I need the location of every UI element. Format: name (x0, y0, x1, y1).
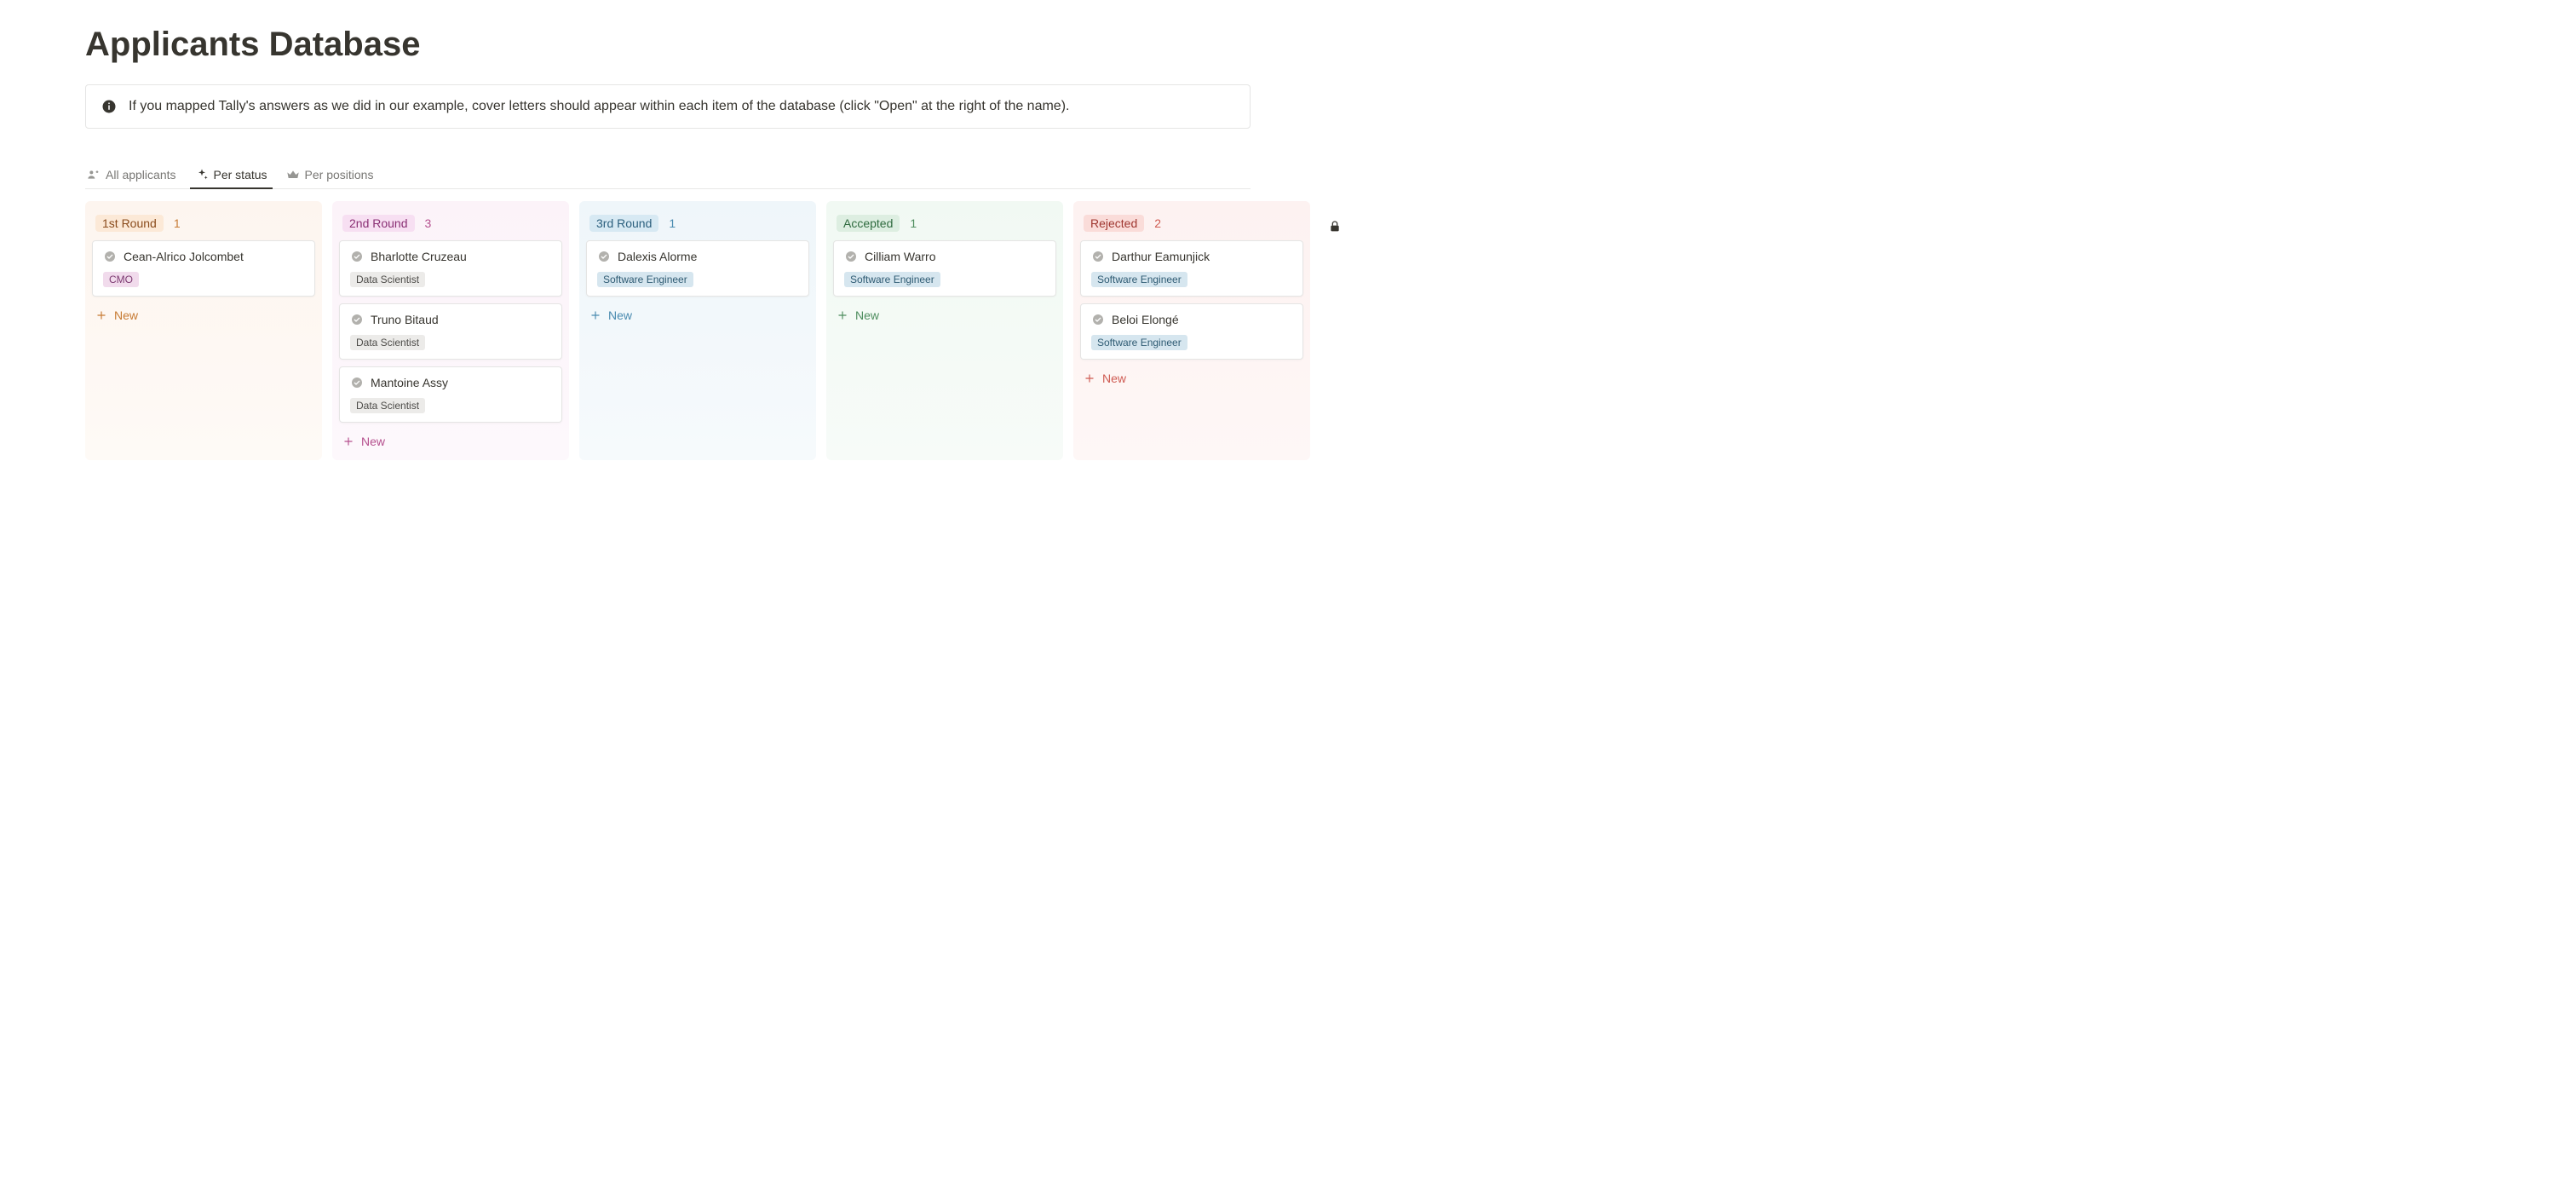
applicant-card[interactable]: Beloi Elongé Software Engineer (1080, 303, 1303, 360)
column-round1: 1st Round 1 Cean-Alrico Jolcombet CMO New (85, 201, 322, 460)
tab-per-status[interactable]: Per status (193, 163, 269, 188)
position-tag: Software Engineer (1091, 335, 1187, 350)
position-tag: Software Engineer (1091, 272, 1187, 287)
check-circle-icon (350, 376, 364, 389)
tab-per-positions[interactable]: Per positions (285, 163, 376, 188)
kanban-board: 1st Round1Cean-Alrico JolcombetCMONew2nd… (85, 201, 1336, 460)
column-round3: 3rd Round 1 Dalexis Alorme Software Enginee… (579, 201, 816, 460)
status-pill[interactable]: 2nd Round (342, 215, 415, 232)
new-label: New (855, 308, 879, 322)
plus-icon (95, 309, 107, 321)
position-tag: CMO (103, 272, 139, 287)
info-callout: If you mapped Tally's answers as we did … (85, 84, 1251, 129)
column-count: 1 (669, 216, 676, 230)
applicant-name: Darthur Eamunjick (1112, 250, 1210, 263)
new-card-button[interactable]: New (339, 429, 562, 453)
plus-icon (837, 309, 848, 321)
new-card-button[interactable]: New (833, 303, 1056, 327)
applicant-name: Truno Bitaud (371, 313, 439, 326)
column-count: 3 (425, 216, 432, 230)
new-card-button[interactable]: New (586, 303, 809, 327)
check-circle-icon (1091, 313, 1105, 326)
check-circle-icon (844, 250, 858, 263)
applicant-card[interactable]: Cean-Alrico Jolcombet CMO (92, 240, 315, 297)
tab-label: All applicants (106, 168, 176, 182)
applicant-card[interactable]: Truno Bitaud Data Scientist (339, 303, 562, 360)
card-title-row: Truno Bitaud (350, 313, 551, 326)
status-pill[interactable]: 1st Round (95, 215, 164, 232)
column-round2: 2nd Round 3 Bharlotte Cruzeau Data Scientis… (332, 201, 569, 460)
card-title-row: Dalexis Alorme (597, 250, 798, 263)
column-count: 1 (174, 216, 181, 230)
applicant-card[interactable]: Darthur Eamunjick Software Engineer (1080, 240, 1303, 297)
check-circle-icon (597, 250, 611, 263)
card-title-row: Cilliam Warro (844, 250, 1045, 263)
status-pill[interactable]: 3rd Round (589, 215, 658, 232)
position-tag: Software Engineer (844, 272, 940, 287)
new-card-button[interactable]: New (92, 303, 315, 327)
column-header: 2nd Round 3 (339, 208, 562, 240)
new-label: New (608, 308, 632, 322)
column-accepted: Accepted 1 Cilliam Warro Software Engineer N… (826, 201, 1063, 460)
callout-text: If you mapped Tally's answers as we did … (129, 99, 1069, 114)
lock-icon (1328, 220, 1342, 233)
card-title-row: Bharlotte Cruzeau (350, 250, 551, 263)
sparkle-icon (195, 168, 209, 182)
view-tabs: All applicants Per status Per positions (85, 163, 1251, 189)
applicant-name: Cilliam Warro (865, 250, 935, 263)
column-header: 3rd Round 1 (586, 208, 809, 240)
check-circle-icon (350, 250, 364, 263)
card-title-row: Darthur Eamunjick (1091, 250, 1292, 263)
position-tag: Software Engineer (597, 272, 693, 287)
card-title-row: Cean-Alrico Jolcombet (103, 250, 304, 263)
position-tag: Data Scientist (350, 335, 425, 350)
check-circle-icon (350, 313, 364, 326)
position-tag: Data Scientist (350, 272, 425, 287)
column-count: 1 (910, 216, 917, 230)
applicant-card[interactable]: Cilliam Warro Software Engineer (833, 240, 1056, 297)
column-header: Rejected 2 (1080, 208, 1303, 240)
card-title-row: Beloi Elongé (1091, 313, 1292, 326)
column-header: Accepted 1 (833, 208, 1056, 240)
tab-all-applicants[interactable]: All applicants (85, 163, 178, 188)
applicant-card[interactable]: Bharlotte Cruzeau Data Scientist (339, 240, 562, 297)
status-pill[interactable]: Accepted (837, 215, 900, 232)
new-label: New (361, 435, 385, 448)
applicant-name: Bharlotte Cruzeau (371, 250, 467, 263)
plus-icon (1084, 372, 1095, 384)
new-label: New (114, 308, 138, 322)
people-icon (87, 168, 101, 182)
tab-label: Per positions (305, 168, 374, 182)
applicant-name: Mantoine Assy (371, 376, 448, 389)
status-pill[interactable]: Rejected (1084, 215, 1144, 232)
new-card-button[interactable]: New (1080, 366, 1303, 390)
check-circle-icon (103, 250, 117, 263)
new-label: New (1102, 372, 1126, 385)
applicant-card[interactable]: Mantoine Assy Data Scientist (339, 366, 562, 423)
card-title-row: Mantoine Assy (350, 376, 551, 389)
info-icon (101, 99, 117, 114)
applicant-name: Dalexis Alorme (618, 250, 697, 263)
crown-icon (286, 168, 300, 182)
column-rejected: Rejected 2 Darthur Eamunjick Software Engin… (1073, 201, 1310, 460)
applicant-name: Beloi Elongé (1112, 313, 1179, 326)
page-title: Applicants Database (85, 26, 2576, 64)
applicant-name: Cean-Alrico Jolcombet (124, 250, 244, 263)
position-tag: Data Scientist (350, 398, 425, 413)
check-circle-icon (1091, 250, 1105, 263)
column-header: 1st Round 1 (92, 208, 315, 240)
tab-label: Per status (214, 168, 267, 182)
plus-icon (589, 309, 601, 321)
plus-icon (342, 435, 354, 447)
column-count: 2 (1154, 216, 1161, 230)
applicant-card[interactable]: Dalexis Alorme Software Engineer (586, 240, 809, 297)
